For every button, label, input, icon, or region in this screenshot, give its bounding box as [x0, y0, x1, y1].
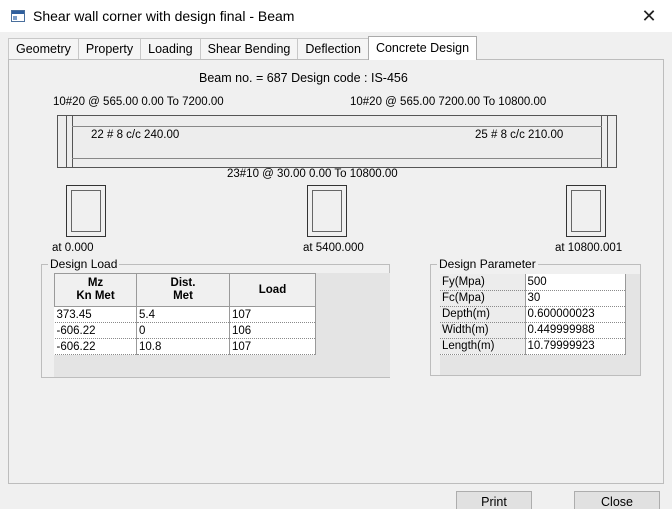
- table-row[interactable]: -606.22 0 106: [54, 322, 316, 339]
- beam-elevation: 22 # 8 c/c 240.00 25 # 8 c/c 210.00: [57, 115, 617, 168]
- cross-section-mid: [307, 185, 347, 237]
- section-start-label: at 0.000: [52, 242, 94, 254]
- param-value: 10.79999923: [525, 338, 626, 355]
- right-support-line: [607, 116, 608, 167]
- top-reinforcement-line: [72, 126, 602, 127]
- section-end-label: at 10800.001: [555, 242, 623, 254]
- tab-geometry[interactable]: Geometry: [8, 38, 79, 60]
- param-name: Fy(Mpa): [440, 274, 526, 291]
- cell-mz: 373.45: [54, 306, 137, 323]
- param-name: Length(m): [440, 338, 526, 355]
- table-header-row: Mz Kn Met Dist. Met Load: [54, 273, 316, 307]
- design-load-grid: Mz Kn Met Dist. Met Load 373.45 5.4 107 …: [54, 273, 390, 377]
- top-rebar-left-label: 10#20 @ 565.00 0.00 To 7200.00: [53, 96, 224, 108]
- bottom-reinforcement-line: [72, 158, 602, 159]
- table-row[interactable]: -606.22 10.8 107: [54, 338, 316, 355]
- header-load: Load: [229, 273, 316, 307]
- right-support-line-inner: [601, 116, 602, 167]
- dialog-body: Geometry Property Loading Shear Bending …: [0, 32, 672, 509]
- cross-section-end: [566, 185, 606, 237]
- cell-dist: 10.8: [136, 338, 230, 355]
- cell-mz: -606.22: [54, 338, 137, 355]
- design-parameter-grid: Fy(Mpa) 500 Fc(Mpa) 30 Depth(m) 0.600000…: [440, 274, 640, 375]
- stirrup-right-label: 25 # 8 c/c 210.00: [475, 129, 564, 141]
- bottom-rebar-label: 23#10 @ 30.00 0.00 To 10800.00: [227, 168, 398, 180]
- design-load-table: Mz Kn Met Dist. Met Load 373.45 5.4 107 …: [54, 273, 316, 355]
- tab-strip: Geometry Property Loading Shear Bending …: [8, 36, 478, 60]
- design-load-title: Design Load: [48, 257, 120, 271]
- param-value: 500: [525, 274, 626, 291]
- design-parameter-table: Fy(Mpa) 500 Fc(Mpa) 30 Depth(m) 0.600000…: [440, 274, 626, 355]
- param-value: 0.600000023: [525, 306, 626, 323]
- design-load-group: Design Load Mz Kn Met Dist. Met Load 373…: [41, 257, 390, 378]
- section-core: [571, 190, 601, 232]
- section-core: [71, 190, 101, 232]
- tab-property[interactable]: Property: [77, 38, 142, 60]
- param-name: Fc(Mpa): [440, 290, 526, 307]
- top-rebar-right-label: 10#20 @ 565.00 7200.00 To 10800.00: [350, 96, 547, 108]
- param-name: Depth(m): [440, 306, 526, 323]
- table-row[interactable]: 373.45 5.4 107: [54, 306, 316, 323]
- param-value: 30: [525, 290, 626, 307]
- cell-mz: -606.22: [54, 322, 137, 339]
- design-parameter-title: Design Parameter: [437, 257, 538, 271]
- close-button[interactable]: Close: [574, 491, 660, 509]
- window-close-icon[interactable]: ✕: [638, 6, 660, 26]
- header-mz: Mz Kn Met: [54, 273, 137, 307]
- cell-dist: 0: [136, 322, 230, 339]
- section-core: [312, 190, 342, 232]
- cell-load: 107: [229, 338, 316, 355]
- table-row[interactable]: Width(m) 0.449999988: [440, 322, 626, 339]
- cell-load: 107: [229, 306, 316, 323]
- table-row[interactable]: Fc(Mpa) 30: [440, 290, 626, 307]
- left-support-line-inner: [72, 116, 73, 167]
- beam-window-icon: [11, 10, 25, 22]
- title-bar: Shear wall corner with design final - Be…: [0, 0, 672, 32]
- left-support-line: [66, 116, 67, 167]
- param-value: 0.449999988: [525, 322, 626, 339]
- cell-dist: 5.4: [136, 306, 230, 323]
- tab-loading[interactable]: Loading: [140, 38, 201, 60]
- stirrup-left-label: 22 # 8 c/c 240.00: [91, 129, 180, 141]
- cross-section-start: [66, 185, 106, 237]
- tab-shear-bending[interactable]: Shear Bending: [199, 38, 299, 60]
- param-name: Width(m): [440, 322, 526, 339]
- tab-deflection[interactable]: Deflection: [297, 38, 369, 60]
- tab-concrete-design[interactable]: Concrete Design: [367, 36, 478, 60]
- header-dist: Dist. Met: [136, 273, 230, 307]
- concrete-design-panel: Beam no. = 687 Design code : IS-456 10#2…: [8, 59, 664, 484]
- design-parameter-group: Design Parameter Fy(Mpa) 500 Fc(Mpa) 30 …: [430, 257, 641, 376]
- table-row[interactable]: Depth(m) 0.600000023: [440, 306, 626, 323]
- print-button[interactable]: Print: [456, 491, 532, 509]
- design-header: Beam no. = 687 Design code : IS-456: [199, 71, 408, 85]
- table-row[interactable]: Length(m) 10.79999923: [440, 338, 626, 355]
- table-row[interactable]: Fy(Mpa) 500: [440, 274, 626, 291]
- section-mid-label: at 5400.000: [303, 242, 364, 254]
- window-title: Shear wall corner with design final - Be…: [33, 8, 295, 24]
- cell-load: 106: [229, 322, 316, 339]
